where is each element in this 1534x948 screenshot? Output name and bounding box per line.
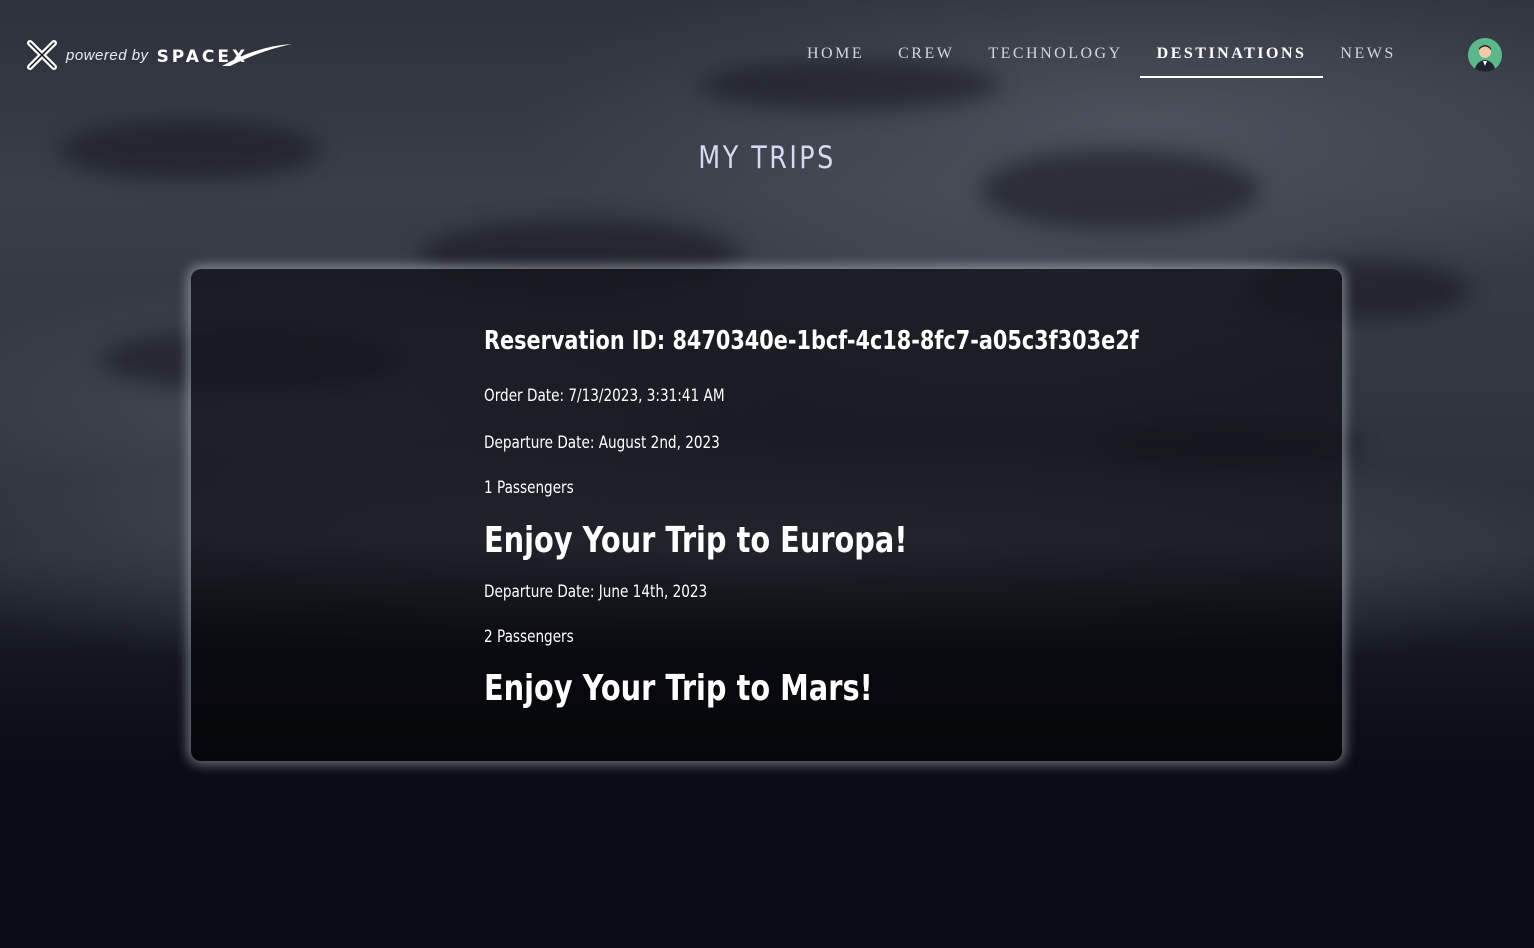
nav-destinations[interactable]: DESTINATIONS: [1139, 40, 1324, 78]
nav-crew[interactable]: CREW: [881, 40, 971, 78]
trip-departure-date: Departure Date: June 14th, 2023: [484, 582, 708, 602]
spacex-swoosh-icon: [222, 44, 292, 66]
trip-message: Enjoy Your Trip to Europa!: [484, 520, 908, 561]
powered-by-label: powered by: [66, 46, 149, 64]
x-logo-icon: [27, 40, 57, 70]
nav-technology[interactable]: TECHNOLOGY: [971, 40, 1139, 78]
user-avatar-icon[interactable]: [1468, 38, 1502, 72]
brand-logo[interactable]: powered by SPACEX: [26, 38, 292, 72]
nav-news[interactable]: NEWS: [1323, 40, 1412, 78]
trip-passengers: 2 Passengers: [484, 627, 574, 647]
order-date: Order Date: 7/13/2023, 3:31:41 AM: [484, 386, 725, 406]
trips-card: Reservation ID: 8470340e-1bcf-4c18-8fc7-…: [191, 269, 1342, 761]
page-title: MY TRIPS: [698, 140, 836, 176]
trip-departure-date: Departure Date: August 2nd, 2023: [484, 433, 720, 453]
reservation-id: Reservation ID: 8470340e-1bcf-4c18-8fc7-…: [484, 326, 1139, 356]
trip-message: Enjoy Your Trip to Mars!: [484, 668, 873, 709]
trip-passengers: 1 Passengers: [484, 478, 574, 498]
nav-home[interactable]: HOME: [790, 40, 881, 78]
site-header: powered by SPACEX HOME CREW TECHNOLOGY D…: [0, 0, 1534, 110]
main-nav: HOME CREW TECHNOLOGY DESTINATIONS NEWS: [790, 40, 1413, 80]
